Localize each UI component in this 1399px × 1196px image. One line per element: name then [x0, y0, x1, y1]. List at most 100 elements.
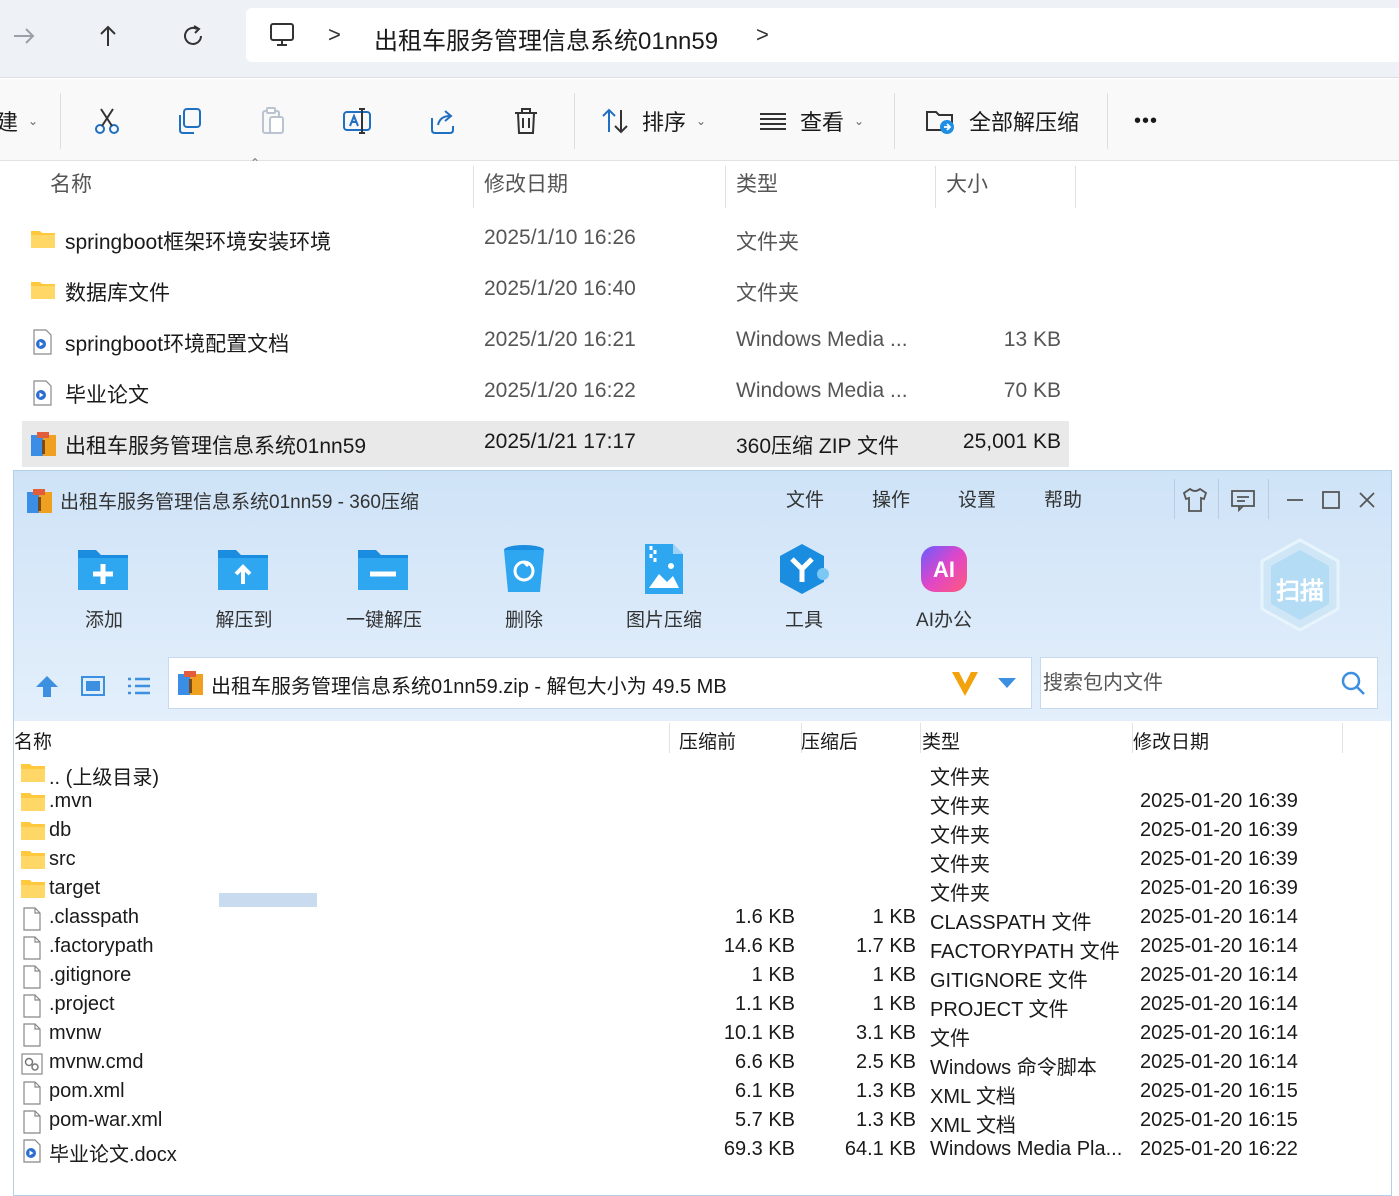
feedback-button[interactable] [1228, 485, 1258, 515]
refresh-button[interactable] [175, 18, 211, 54]
column-divider[interactable] [920, 723, 921, 753]
breadcrumb-separator[interactable]: > [328, 22, 341, 48]
column-divider[interactable] [725, 166, 726, 208]
chevron-down-icon[interactable] [997, 676, 1017, 690]
tool-extract-to-label: 解压到 [215, 610, 273, 631]
thumbnail-view-button[interactable] [78, 671, 108, 701]
zip-column-modified[interactable]: 修改日期 [1133, 727, 1209, 754]
zip-entry-row[interactable]: mvnw.cmd 6.6 KB 2.5 KB Windows 命令脚本 2025… [18, 1049, 1388, 1079]
menu-settings[interactable]: 设置 [958, 485, 996, 512]
more-options-icon: ••• [1134, 109, 1159, 132]
zip-entry-row[interactable]: 毕业论文.docx 69.3 KB 64.1 KB Windows Media … [18, 1136, 1388, 1166]
column-divider[interactable] [1342, 723, 1343, 753]
archive-path-field[interactable]: 出租车服务管理信息系统01nn59.zip - 解包大小为 49.5 MB [168, 657, 1032, 709]
search-icon[interactable] [1339, 669, 1367, 697]
zip-entry-row[interactable]: .gitignore 1 KB 1 KB GITIGNORE 文件 2025-0… [18, 962, 1388, 992]
entry-modified: 2025-01-20 16:14 [1140, 906, 1298, 928]
zip-column-after[interactable]: 压缩后 [801, 727, 858, 754]
zip-column-before[interactable]: 压缩前 [679, 727, 736, 754]
new-button[interactable]: 建 ⌄ [0, 103, 38, 139]
view-button[interactable]: 查看 ⌄ [758, 103, 864, 139]
share-button[interactable] [428, 103, 458, 139]
file-row[interactable]: 数据库文件 2025/1/20 16:40 文件夹 [22, 268, 1069, 314]
entry-size-after: 3.1 KB [855, 1022, 916, 1044]
zip-entry-row[interactable]: .project 1.1 KB 1 KB PROJECT 文件 2025-01-… [18, 991, 1388, 1021]
tool-one-click-extract-button[interactable]: 一键解压 [334, 541, 434, 632]
tool-image-compress-button[interactable]: 图片压缩 [614, 541, 714, 632]
list-view-button[interactable] [124, 671, 154, 701]
toolbar-divider [1107, 93, 1108, 149]
cut-button[interactable] [92, 103, 122, 139]
message-icon [1231, 490, 1255, 513]
tool-ai-office-button[interactable]: AI AI办公 [894, 541, 994, 632]
zip-column-type[interactable]: 类型 [922, 727, 960, 754]
file-icon [23, 1081, 41, 1105]
file-icon [23, 1110, 41, 1134]
menu-help[interactable]: 帮助 [1044, 485, 1082, 512]
file-type: 文件夹 [736, 231, 799, 254]
column-divider[interactable] [473, 166, 474, 208]
zip-entry-row[interactable]: pom.xml 6.1 KB 1.3 KB XML 文档 2025-01-20 … [18, 1078, 1388, 1108]
zip-entry-row[interactable]: pom-war.xml 5.7 KB 1.3 KB XML 文档 2025-01… [18, 1107, 1388, 1137]
column-divider[interactable] [1075, 166, 1076, 208]
tool-tools-button[interactable]: 工具 [754, 541, 854, 632]
v-badge-icon[interactable] [949, 668, 981, 698]
file-icon [23, 1023, 41, 1047]
file-row-selected[interactable]: 出租车服务管理信息系统01nn59 2025/1/21 17:17 360压缩 … [22, 421, 1069, 467]
more-options-button[interactable]: ••• [1134, 103, 1158, 139]
archive-search-box[interactable] [1040, 657, 1378, 709]
menu-operate[interactable]: 操作 [872, 485, 910, 512]
zip-entry-row[interactable]: .. (上级目录) 文件夹 [18, 759, 1388, 789]
folder-icon [21, 793, 45, 811]
forward-button[interactable] [6, 18, 42, 54]
sort-button[interactable]: 排序 ⌄ [600, 103, 706, 139]
tool-extract-to-button[interactable]: 解压到 [194, 541, 294, 632]
column-modified[interactable]: 修改日期 [484, 162, 568, 208]
maximize-button[interactable] [1316, 485, 1346, 515]
scan-button[interactable]: 扫描 [1258, 537, 1342, 633]
entry-name: .gitignore [49, 964, 132, 986]
skin-button[interactable] [1180, 485, 1210, 515]
close-button[interactable] [1352, 485, 1382, 515]
breadcrumb-current-folder[interactable]: 出租车服务管理信息系统01nn59 [374, 21, 718, 56]
list-view-icon [128, 677, 150, 695]
zip-column-name[interactable]: 名称 [14, 727, 52, 754]
paste-button[interactable] [258, 103, 288, 139]
copy-button[interactable] [175, 103, 205, 139]
tool-add-button[interactable]: 添加 [54, 541, 154, 632]
zip-entry-row[interactable]: mvnw 10.1 KB 3.1 KB 文件 2025-01-20 16:14 [18, 1020, 1388, 1050]
rename-button[interactable] [342, 103, 374, 139]
zip-entry-row[interactable]: .classpath 1.6 KB 1 KB CLASSPATH 文件 2025… [18, 904, 1388, 934]
zip-entry-row[interactable]: src 文件夹 2025-01-20 16:39 [18, 846, 1388, 876]
tool-delete-button[interactable]: 删除 [474, 541, 574, 632]
parent-dir-button[interactable] [32, 671, 62, 701]
zip-entry-row[interactable]: target 文件夹 2025-01-20 16:39 [18, 875, 1388, 905]
column-type[interactable]: 类型 [736, 162, 778, 208]
column-divider[interactable] [935, 166, 936, 208]
file-row[interactable]: springboot框架环境安装环境 2025/1/10 16:26 文件夹 [22, 217, 1069, 263]
up-button[interactable] [90, 18, 126, 54]
extract-all-button[interactable]: 全部解压缩 [925, 103, 1079, 139]
chevron-down-icon: ⌄ [854, 114, 865, 128]
delete-button[interactable] [512, 103, 540, 139]
column-name[interactable]: 名称 [50, 162, 92, 208]
address-bar[interactable]: > 出租车服务管理信息系统01nn59 > [246, 8, 1399, 62]
menu-file[interactable]: 文件 [786, 485, 824, 512]
minimize-button[interactable] [1280, 485, 1310, 515]
file-row[interactable]: springboot环境配置文档 2025/1/20 16:21 Windows… [22, 319, 1069, 365]
file-name: 出租车服务管理信息系统01nn59 [65, 435, 367, 458]
zip-entry-row[interactable]: db 文件夹 2025-01-20 16:39 [18, 817, 1388, 847]
entry-size-before: 6.1 KB [734, 1080, 795, 1102]
breadcrumb-separator-end[interactable]: > [756, 22, 769, 48]
column-divider[interactable] [669, 723, 670, 753]
zip-entry-row[interactable]: .mvn 文件夹 2025-01-20 16:39 [18, 788, 1388, 818]
column-size[interactable]: 大小 [946, 162, 988, 208]
entry-modified: 2025-01-20 16:39 [1140, 877, 1298, 899]
archive-search-input[interactable] [1043, 668, 1333, 698]
file-row[interactable]: 毕业论文 2025/1/20 16:22 Windows Media ... 7… [22, 370, 1069, 416]
entry-type: GITIGNORE 文件 [930, 970, 1088, 992]
view-label: 查看 [800, 110, 845, 135]
tool-tools-label: 工具 [784, 610, 823, 631]
explorer-column-header: ⌃ 名称 修改日期 类型 大小 [0, 156, 1399, 208]
zip-entry-row[interactable]: .factorypath 14.6 KB 1.7 KB FACTORYPATH … [18, 933, 1388, 963]
